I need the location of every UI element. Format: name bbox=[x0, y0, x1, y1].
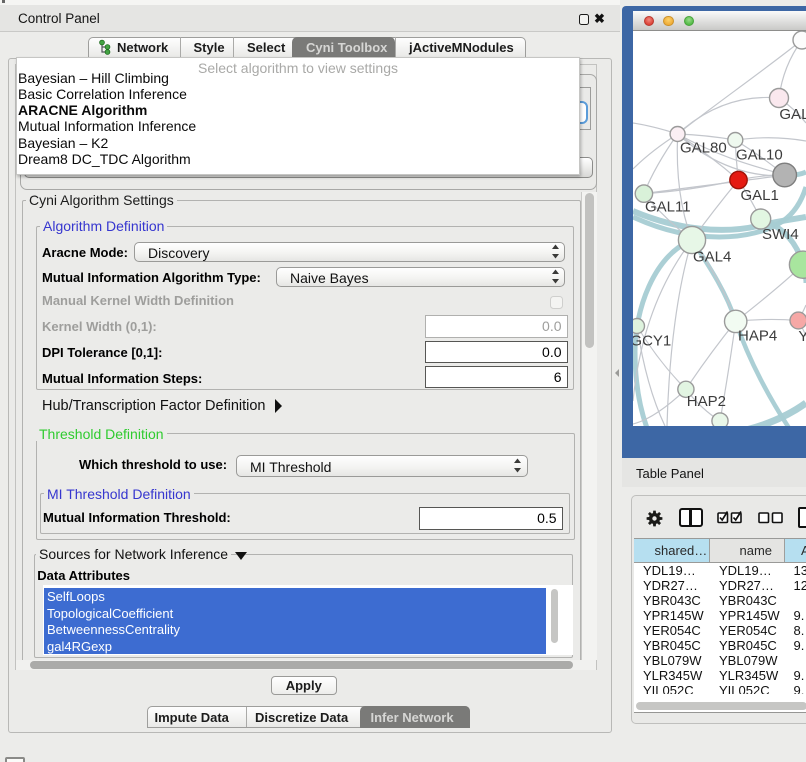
svg-text:GAL80: GAL80 bbox=[680, 140, 727, 157]
svg-text:GAL4: GAL4 bbox=[693, 249, 731, 266]
svg-text:HAP4: HAP4 bbox=[738, 328, 777, 345]
svg-text:SWI4: SWI4 bbox=[762, 226, 799, 243]
svg-text:GAL7: GAL7 bbox=[779, 106, 806, 123]
svg-text:HAP2: HAP2 bbox=[687, 393, 726, 410]
svg-text:GAL10: GAL10 bbox=[736, 147, 783, 164]
svg-text:GCY1: GCY1 bbox=[633, 333, 671, 350]
svg-text:GAL1: GAL1 bbox=[741, 187, 779, 204]
svg-text:GAL11: GAL11 bbox=[645, 199, 691, 216]
svg-text:YJ: YJ bbox=[798, 328, 806, 345]
